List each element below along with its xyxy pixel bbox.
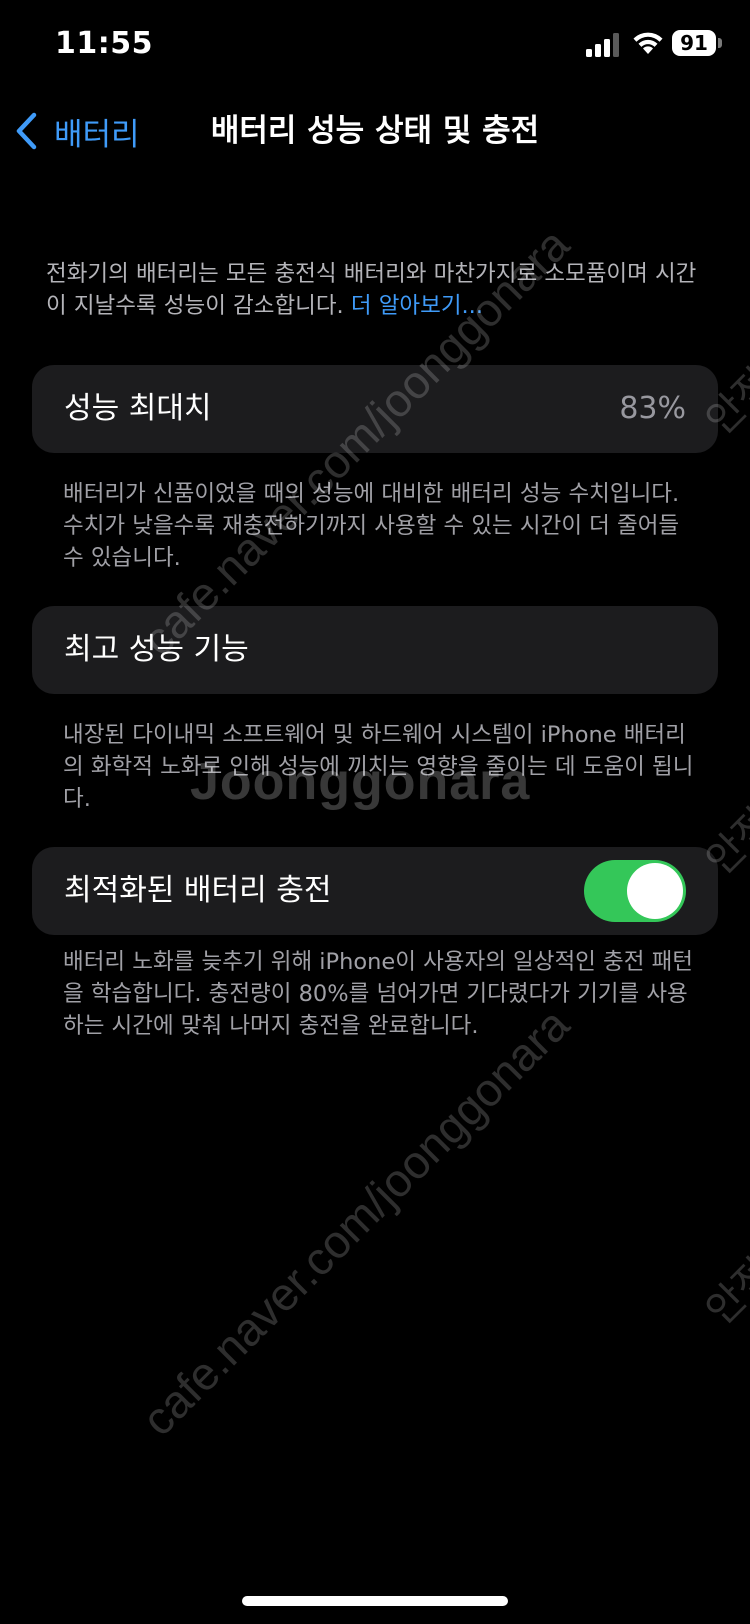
toggle-knob bbox=[627, 863, 683, 919]
chevron-left-icon bbox=[16, 112, 37, 150]
watermark-url-2: cafe.naver.com/joonggonara bbox=[131, 998, 579, 1446]
home-indicator[interactable] bbox=[242, 1596, 508, 1606]
wifi-icon bbox=[633, 32, 663, 54]
back-button[interactable]: 배터리 bbox=[14, 109, 140, 153]
optimized-charging-row: 최적화된 배터리 충전 bbox=[32, 847, 718, 935]
watermark-edge-3: 안전 bbox=[698, 1250, 750, 1334]
back-label: 배터리 bbox=[54, 116, 140, 153]
navigation-bar: 배터리 성능 상태 및 충전 배터리 bbox=[0, 95, 750, 165]
learn-more-link[interactable]: 더 알아보기... bbox=[351, 293, 483, 319]
peak-performance-row: 최고 성능 기능 bbox=[32, 606, 718, 694]
maximum-capacity-row: 성능 최대치 83% bbox=[32, 365, 718, 453]
intro-text: 전화기의 배터리는 모든 충전식 배터리와 마찬가지로 소모품이며 시간이 지날… bbox=[46, 258, 706, 322]
battery-level: 91 bbox=[680, 31, 708, 55]
optimized-charging-label: 최적화된 배터리 충전 bbox=[64, 873, 332, 908]
maximum-capacity-value: 83% bbox=[619, 391, 686, 426]
status-time: 11:55 bbox=[55, 26, 153, 61]
cellular-signal-icon bbox=[586, 33, 619, 57]
battery-icon: 91 bbox=[672, 30, 724, 58]
maximum-capacity-label: 성능 최대치 bbox=[64, 391, 212, 426]
optimized-charging-footnote: 배터리 노화를 늦추기 위해 iPhone이 사용자의 일상적인 충전 패턴을 … bbox=[63, 949, 693, 1039]
optimized-charging-toggle[interactable] bbox=[584, 860, 686, 922]
peak-performance-footnote: 내장된 다이내믹 소프트웨어 및 하드웨어 시스템이 iPhone 배터리의 화… bbox=[63, 722, 694, 812]
status-bar: 11:55 91 bbox=[0, 0, 750, 90]
maximum-capacity-footnote: 배터리가 신품이었을 때의 성능에 대비한 배터리 성능 수치입니다. 수치가 … bbox=[63, 481, 680, 571]
peak-performance-label: 최고 성능 기능 bbox=[64, 632, 249, 667]
